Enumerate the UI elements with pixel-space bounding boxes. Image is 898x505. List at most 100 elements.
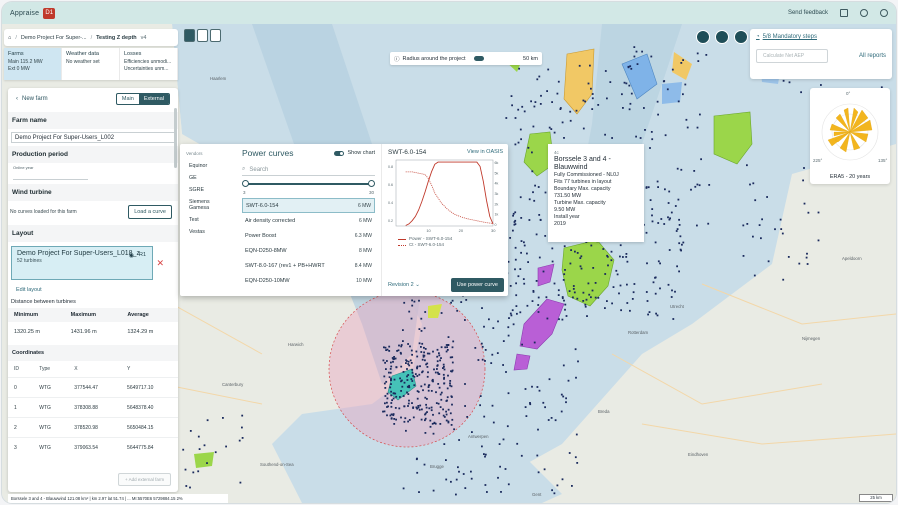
- turbine-marker[interactable]: [641, 50, 643, 53]
- turbine-marker[interactable]: [631, 298, 634, 300]
- tab-external[interactable]: External: [138, 94, 169, 104]
- turbine-marker[interactable]: [508, 317, 510, 319]
- turbine-marker[interactable]: [419, 365, 421, 368]
- turbine-marker[interactable]: [517, 108, 520, 111]
- turbine-marker[interactable]: [806, 263, 809, 265]
- turbine-marker[interactable]: [537, 186, 540, 188]
- turbine-marker[interactable]: [507, 334, 510, 337]
- turbine-marker[interactable]: [466, 416, 469, 418]
- turbine-marker[interactable]: [451, 356, 454, 359]
- turbine-marker[interactable]: [403, 405, 406, 408]
- turbine-marker[interactable]: [678, 224, 681, 226]
- turbine-marker[interactable]: [556, 92, 559, 95]
- turbine-marker[interactable]: [625, 256, 628, 258]
- turbine-marker[interactable]: [238, 439, 241, 442]
- turbine-marker[interactable]: [410, 349, 413, 352]
- turbine-marker[interactable]: [535, 233, 538, 236]
- turbine-marker[interactable]: [746, 164, 748, 167]
- turbine-marker[interactable]: [548, 378, 551, 381]
- turbine-marker[interactable]: [197, 435, 200, 438]
- turbine-marker[interactable]: [479, 395, 482, 397]
- turbine-marker[interactable]: [520, 217, 523, 219]
- turbine-marker[interactable]: [453, 428, 455, 431]
- turbine-marker[interactable]: [436, 355, 439, 358]
- turbine-marker[interactable]: [385, 349, 387, 351]
- turbine-marker[interactable]: [511, 309, 514, 312]
- turbine-marker[interactable]: [676, 228, 679, 230]
- turbine-marker[interactable]: [671, 68, 674, 71]
- turbine-marker[interactable]: [597, 296, 600, 299]
- turbine-marker[interactable]: [483, 325, 485, 328]
- turbine-marker[interactable]: [817, 239, 820, 242]
- turbine-marker[interactable]: [386, 401, 388, 404]
- turbine-marker[interactable]: [590, 87, 592, 90]
- turbine-marker[interactable]: [412, 416, 415, 419]
- turbine-marker[interactable]: [615, 269, 618, 272]
- turbine-marker[interactable]: [649, 147, 651, 149]
- turbine-marker[interactable]: [408, 419, 411, 421]
- turbine-marker[interactable]: [424, 348, 427, 350]
- turbine-marker[interactable]: [565, 315, 568, 317]
- turbine-marker[interactable]: [384, 402, 386, 405]
- turbine-marker[interactable]: [622, 107, 624, 109]
- turbine-marker[interactable]: [447, 336, 450, 338]
- turbine-marker[interactable]: [491, 353, 494, 356]
- turbine-marker[interactable]: [507, 392, 510, 395]
- turbine-marker[interactable]: [534, 101, 537, 103]
- turbine-marker[interactable]: [680, 62, 683, 64]
- turbine-marker[interactable]: [626, 283, 628, 286]
- turbine-marker[interactable]: [407, 386, 410, 388]
- turbine-marker[interactable]: [610, 259, 613, 262]
- turbine-marker[interactable]: [535, 280, 538, 282]
- turbine-marker[interactable]: [519, 311, 522, 314]
- turbine-marker[interactable]: [486, 491, 488, 493]
- curve-list-item[interactable]: EQN-D250-8MW 8 MW: [242, 243, 375, 258]
- use-power-curve-button[interactable]: Use power curve: [450, 278, 504, 292]
- turbine-marker[interactable]: [619, 244, 622, 247]
- turbine-marker[interactable]: [537, 311, 540, 313]
- turbine-marker[interactable]: [214, 451, 217, 454]
- turbine-marker[interactable]: [416, 366, 418, 369]
- turbine-marker[interactable]: [742, 224, 745, 227]
- turbine-marker[interactable]: [553, 282, 556, 285]
- turbine-marker[interactable]: [464, 487, 467, 489]
- turbine-marker[interactable]: [384, 361, 386, 364]
- turbine-marker[interactable]: [399, 396, 401, 398]
- turbine-marker[interactable]: [543, 468, 546, 471]
- turbine-marker[interactable]: [449, 384, 451, 387]
- turbine-marker[interactable]: [520, 454, 523, 457]
- turbine-marker[interactable]: [406, 379, 409, 381]
- turbine-marker[interactable]: [788, 81, 791, 84]
- turbine-marker[interactable]: [507, 326, 510, 329]
- turbine-marker[interactable]: [591, 289, 594, 292]
- turbine-marker[interactable]: [504, 468, 507, 470]
- turbine-marker[interactable]: [585, 298, 588, 301]
- turbine-marker[interactable]: [435, 402, 438, 404]
- vendor-item[interactable]: Test: [186, 214, 230, 226]
- turbine-marker[interactable]: [398, 344, 400, 347]
- turbine-marker[interactable]: [575, 433, 578, 436]
- turbine-marker[interactable]: [563, 245, 566, 248]
- turbine-marker[interactable]: [390, 390, 392, 393]
- turbine-marker[interactable]: [597, 104, 600, 106]
- turbine-marker[interactable]: [382, 410, 384, 413]
- turbine-marker[interactable]: [451, 361, 454, 364]
- all-reports-link[interactable]: All reports: [859, 53, 886, 59]
- turbine-marker[interactable]: [651, 214, 653, 217]
- turbine-marker[interactable]: [696, 183, 699, 186]
- view-in-oasis-link[interactable]: View in OASIS: [467, 149, 503, 156]
- turbine-marker[interactable]: [664, 134, 667, 137]
- turbine-marker[interactable]: [534, 184, 536, 187]
- turbine-marker[interactable]: [426, 411, 428, 413]
- turbine-marker[interactable]: [528, 219, 531, 221]
- turbine-marker[interactable]: [415, 350, 418, 353]
- turbine-marker[interactable]: [630, 92, 633, 95]
- turbine-marker[interactable]: [424, 396, 427, 399]
- turbine-marker[interactable]: [623, 81, 626, 84]
- turbine-marker[interactable]: [500, 491, 502, 493]
- turbine-marker[interactable]: [418, 373, 421, 376]
- turbine-marker[interactable]: [677, 198, 680, 201]
- turbine-marker[interactable]: [386, 406, 388, 408]
- layout-card[interactable]: Demo Project For Super-Users_L018_z 52 t…: [11, 246, 164, 280]
- turbine-marker[interactable]: [423, 463, 426, 466]
